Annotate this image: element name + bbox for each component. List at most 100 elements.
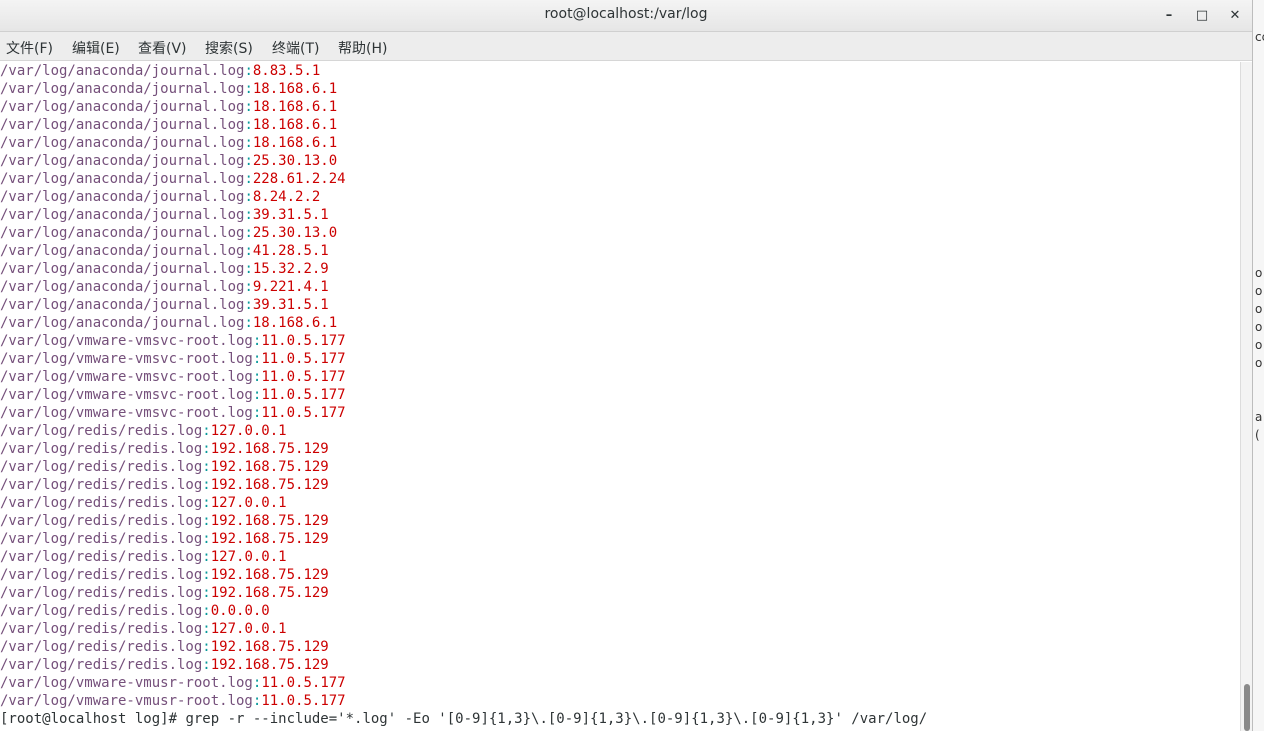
scrollbar-thumb[interactable]	[1244, 684, 1250, 731]
file-path: /var/log/anaconda/journal.log	[0, 171, 245, 187]
output-line: /var/log/vmware-vmsvc-root.log:11.0.5.17…	[0, 404, 346, 422]
file-path: /var/log/anaconda/journal.log	[0, 153, 245, 169]
file-path: /var/log/anaconda/journal.log	[0, 117, 245, 133]
menu-edit[interactable]: 编辑(E)	[72, 38, 120, 58]
separator: :	[202, 639, 211, 655]
file-path: /var/log/anaconda/journal.log	[0, 279, 245, 295]
ip-address: 192.168.75.129	[210, 567, 329, 583]
terminal-output[interactable]: /var/log/anaconda/journal.log:8.83.5.1/v…	[0, 62, 1240, 731]
file-path: /var/log/vmware-vmusr-root.log	[0, 693, 253, 709]
ip-address: 18.168.6.1	[252, 315, 338, 331]
output-line: /var/log/vmware-vmusr-root.log:11.0.5.17…	[0, 674, 346, 692]
output-line: /var/log/redis/redis.log:127.0.0.1	[0, 494, 287, 512]
output-line: /var/log/anaconda/journal.log:41.28.5.1	[0, 242, 329, 260]
separator: :	[244, 315, 253, 331]
output-line: /var/log/anaconda/journal.log:18.168.6.1	[0, 134, 337, 152]
file-path: /var/log/anaconda/journal.log	[0, 135, 245, 151]
file-path: /var/log/redis/redis.log	[0, 477, 203, 493]
separator: :	[202, 621, 211, 637]
output-line: /var/log/anaconda/journal.log:18.168.6.1	[0, 98, 337, 116]
output-line: /var/log/vmware-vmsvc-root.log:11.0.5.17…	[0, 386, 346, 404]
output-line: /var/log/anaconda/journal.log:8.83.5.1	[0, 62, 320, 80]
menu-file[interactable]: 文件(F)	[6, 38, 53, 58]
separator: :	[244, 153, 253, 169]
background-window-glyph: (	[1255, 428, 1260, 442]
ip-address: 41.28.5.1	[252, 243, 329, 259]
ip-address: 127.0.0.1	[210, 495, 287, 511]
command-line[interactable]: [root@localhost log]# grep -r --include=…	[0, 710, 927, 728]
menu-search[interactable]: 搜索(S)	[205, 38, 253, 58]
ip-address: 127.0.0.1	[210, 549, 287, 565]
output-line: /var/log/redis/redis.log:192.168.75.129	[0, 530, 329, 548]
menu-view[interactable]: 查看(V)	[138, 38, 187, 58]
maximize-button[interactable]: □	[1191, 4, 1213, 26]
output-line: /var/log/vmware-vmsvc-root.log:11.0.5.17…	[0, 332, 346, 350]
ip-address: 192.168.75.129	[210, 639, 329, 655]
output-line: /var/log/redis/redis.log:0.0.0.0	[0, 602, 270, 620]
ip-address: 18.168.6.1	[252, 135, 338, 151]
ip-address: 11.0.5.177	[261, 387, 346, 403]
separator: :	[202, 567, 211, 583]
menu-terminal[interactable]: 终端(T)	[272, 38, 319, 58]
output-line: /var/log/anaconda/journal.log:39.31.5.1	[0, 206, 329, 224]
output-line: /var/log/vmware-vmsvc-root.log:11.0.5.17…	[0, 350, 346, 368]
output-line: /var/log/redis/redis.log:192.168.75.129	[0, 512, 329, 530]
ip-address: 39.31.5.1	[252, 297, 329, 313]
file-path: /var/log/vmware-vmusr-root.log	[0, 675, 253, 691]
output-line: /var/log/redis/redis.log:127.0.0.1	[0, 548, 287, 566]
ip-address: 11.0.5.177	[261, 693, 346, 709]
file-path: /var/log/anaconda/journal.log	[0, 189, 245, 205]
ip-address: 127.0.0.1	[210, 621, 287, 637]
file-path: /var/log/vmware-vmsvc-root.log	[0, 405, 253, 421]
file-path: /var/log/vmware-vmsvc-root.log	[0, 369, 253, 385]
file-path: /var/log/redis/redis.log	[0, 441, 203, 457]
output-line: /var/log/vmware-vmusr-root.log:11.0.5.17…	[0, 692, 346, 710]
separator: :	[202, 459, 211, 475]
ip-address: 0.0.0.0	[210, 603, 270, 619]
minimize-button[interactable]: –	[1158, 4, 1180, 26]
command-text: grep -r --include='*.log' -Eo '[0-9]{1,3…	[185, 711, 928, 727]
background-window-glyph: o	[1255, 338, 1263, 352]
separator: :	[244, 63, 253, 79]
separator: :	[202, 549, 211, 565]
window-title: root@localhost:/var/log	[544, 6, 708, 22]
output-line: /var/log/anaconda/journal.log:18.168.6.1	[0, 80, 337, 98]
separator: :	[202, 495, 211, 511]
ip-address: 18.168.6.1	[252, 81, 338, 97]
separator: :	[202, 585, 211, 601]
menu-help[interactable]: 帮助(H)	[338, 38, 387, 58]
file-path: /var/log/redis/redis.log	[0, 531, 203, 547]
output-line: /var/log/redis/redis.log:127.0.0.1	[0, 422, 287, 440]
background-window-glyph: cc	[1255, 30, 1264, 44]
separator: :	[244, 243, 253, 259]
file-path: /var/log/redis/redis.log	[0, 549, 203, 565]
separator: :	[244, 261, 253, 277]
title-bar[interactable]: root@localhost:/var/log – □ ✕	[0, 0, 1252, 32]
file-path: /var/log/redis/redis.log	[0, 423, 203, 439]
ip-address: 11.0.5.177	[261, 369, 346, 385]
file-path: /var/log/redis/redis.log	[0, 621, 203, 637]
file-path: /var/log/anaconda/journal.log	[0, 225, 245, 241]
output-line: /var/log/redis/redis.log:192.168.75.129	[0, 566, 329, 584]
file-path: /var/log/anaconda/journal.log	[0, 63, 245, 79]
separator: :	[244, 279, 253, 295]
output-line: /var/log/vmware-vmsvc-root.log:11.0.5.17…	[0, 368, 346, 386]
ip-address: 9.221.4.1	[252, 279, 329, 295]
output-line: /var/log/anaconda/journal.log:39.31.5.1	[0, 296, 329, 314]
close-button[interactable]: ✕	[1224, 4, 1246, 26]
file-path: /var/log/redis/redis.log	[0, 459, 203, 475]
separator: :	[244, 207, 253, 223]
output-line: /var/log/redis/redis.log:192.168.75.129	[0, 656, 329, 674]
file-path: /var/log/redis/redis.log	[0, 603, 203, 619]
file-path: /var/log/vmware-vmsvc-root.log	[0, 387, 253, 403]
ip-address: 18.168.6.1	[252, 99, 338, 115]
terminal-window: root@localhost:/var/log – □ ✕ 文件(F) 编辑(E…	[0, 0, 1253, 731]
output-line: /var/log/anaconda/journal.log:18.168.6.1	[0, 314, 337, 332]
separator: :	[244, 297, 253, 313]
separator: :	[202, 657, 211, 673]
file-path: /var/log/vmware-vmsvc-root.log	[0, 351, 253, 367]
file-path: /var/log/redis/redis.log	[0, 639, 203, 655]
output-line: /var/log/anaconda/journal.log:9.221.4.1	[0, 278, 329, 296]
output-line: /var/log/redis/redis.log:192.168.75.129	[0, 476, 329, 494]
separator: :	[244, 189, 253, 205]
